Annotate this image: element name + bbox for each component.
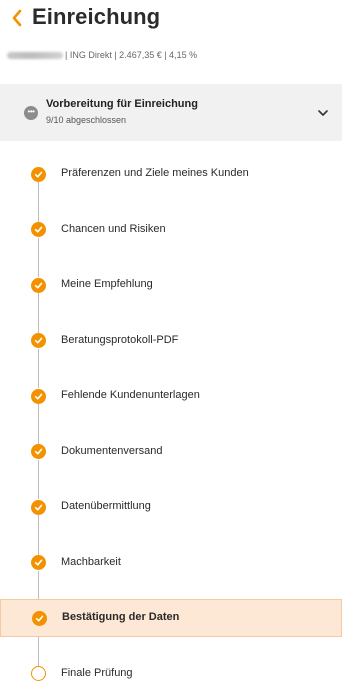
check-icon xyxy=(31,499,46,515)
redacted-client-name xyxy=(7,51,63,59)
check-icon xyxy=(31,444,46,459)
group-status: 9/10 abgeschlossen xyxy=(46,115,127,125)
pending-circle-icon xyxy=(31,666,46,681)
check-icon xyxy=(31,333,46,348)
step-item[interactable]: Präferenzen und Ziele meines Kunden xyxy=(0,155,342,193)
step-label: Dokumentenversand xyxy=(61,444,163,457)
step-item[interactable]: Finale Prüfung xyxy=(0,655,342,690)
step-label: Datenübermittlung xyxy=(61,500,151,512)
check-icon xyxy=(31,222,46,237)
step-label: Machbarkeit xyxy=(61,555,121,568)
page-title: Einreichung xyxy=(32,4,161,29)
step-label: Fehlende Kundenunterlagen xyxy=(61,389,200,401)
step-label: Meine Empfehlung xyxy=(61,278,153,290)
step-item[interactable]: Dokumentenversand xyxy=(0,433,342,471)
back-button[interactable] xyxy=(6,6,28,30)
step-item[interactable]: Datenübermittlung xyxy=(0,488,342,526)
check-icon xyxy=(31,277,46,293)
header: Einreichung xyxy=(0,0,342,36)
subline-text: | ING Direkt | 2.467,35 € | 4,15 % xyxy=(65,50,198,60)
step-item[interactable]: Bestätigung der Daten xyxy=(0,599,342,637)
more-dots-icon: ••• xyxy=(24,106,38,120)
step-item[interactable]: Machbarkeit xyxy=(0,544,342,582)
step-label: Bestätigung der Daten xyxy=(62,611,180,623)
check-icon xyxy=(31,388,46,404)
chevron-left-icon xyxy=(12,9,22,27)
check-icon xyxy=(31,555,46,570)
step-label: Präferenzen und Ziele meines Kunden xyxy=(61,167,249,179)
step-item[interactable]: Beratungsprotokoll-PDF xyxy=(0,322,342,360)
check-icon xyxy=(32,610,47,626)
group-title: Vorbereitung für Einreichung xyxy=(46,98,198,110)
group-header[interactable]: ••• Vorbereitung für Einreichung 9/10 ab… xyxy=(0,84,342,141)
step-label: Finale Prüfung xyxy=(61,666,133,679)
check-icon xyxy=(31,166,46,182)
step-item[interactable]: Meine Empfehlung xyxy=(0,266,342,304)
chevron-down-icon[interactable] xyxy=(317,108,329,118)
page: Einreichung | ING Direkt | 2.467,35 € | … xyxy=(0,0,342,690)
step-label: Chancen und Risiken xyxy=(61,222,166,235)
step-item[interactable]: Fehlende Kundenunterlagen xyxy=(0,377,342,415)
subline: | ING Direkt | 2.467,35 € | 4,15 % xyxy=(7,48,197,62)
step-label: Beratungsprotokoll-PDF xyxy=(61,333,179,346)
step-item[interactable]: Chancen und Risiken xyxy=(0,211,342,249)
